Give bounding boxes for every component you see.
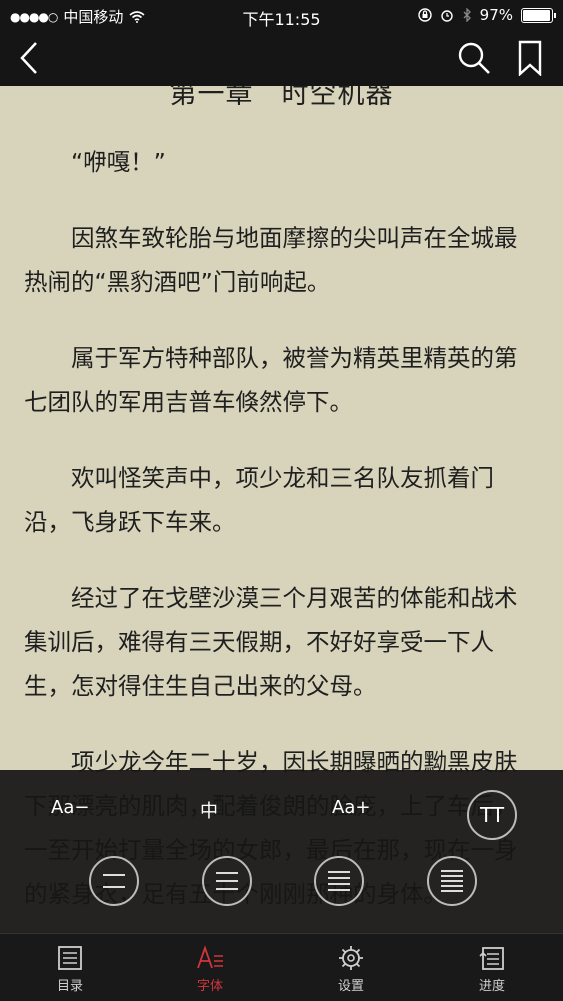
bookmark-icon [518,40,542,77]
typeface-icon: TT [479,803,505,827]
battery-icon [521,7,556,23]
font-size-indicator: 中 [200,801,218,822]
line-spacing-3-button[interactable] [314,856,364,906]
tab-font[interactable]: 字体 [170,934,250,1001]
tab-settings[interactable]: 设置 [311,934,391,1001]
battery-percent: 97% [479,6,513,24]
alarm-icon [440,10,453,22]
search-icon [458,42,490,74]
gear-icon [339,946,363,970]
tab-progress[interactable]: 进度 [452,934,532,1001]
status-bar: ●●●●○ 中国移动 下午11:55 97% [0,0,563,30]
paragraph: 属于军方特种部队，被誉为精英里精英的第七团队的军用吉普车倏然停下。 [24,344,518,416]
list-icon [58,946,82,970]
paragraph: “咿嘎！” [71,148,166,176]
chevron-left-icon [20,42,37,74]
line-spacing-narrow-icon [328,858,350,904]
tab-font-label: 字体 [196,979,223,994]
font-icon [197,945,223,969]
font-settings-panel: Aa− 中 Aa+ TT [0,770,563,933]
search-button[interactable] [456,40,492,76]
line-spacing-4-button[interactable] [427,856,477,906]
line-spacing-tight-icon [441,858,463,904]
chapter-title: 第一章 时空机器 [169,86,394,110]
tab-catalog-label: 目录 [56,979,83,994]
bookmark-button[interactable] [515,40,545,77]
top-bar: ●●●●○ 中国移动 下午11:55 97% [0,0,563,86]
paragraph: 经过了在戈壁沙漠三个月艰苦的体能和战术集训后，难得有三天假期，不好好享受一下人生… [24,584,518,700]
line-spacing-medium-icon [216,858,238,904]
back-button[interactable] [14,38,44,78]
decrease-font-button[interactable]: Aa− [51,797,89,818]
line-spacing-2-button[interactable] [202,856,252,906]
line-spacing-wide-icon [103,858,125,904]
progress-icon [479,947,504,970]
typeface-button[interactable]: TT [467,790,517,840]
paragraph: 欢叫怪笑声中，项少龙和三名队友抓着门沿，飞身跃下车来。 [24,464,494,536]
paragraph: 因煞车致轮胎与地面摩擦的尖叫声在全城最热闹的“黑豹酒吧”门前响起。 [24,224,518,296]
increase-font-button[interactable]: Aa+ [332,797,370,818]
tab-catalog[interactable]: 目录 [30,934,110,1001]
bluetooth-icon [463,8,471,22]
orientation-lock-icon [417,8,432,22]
tab-progress-label: 进度 [478,979,505,994]
tab-settings-label: 设置 [337,979,364,994]
bottom-tab-bar: 目录 字体 设置 进度 [0,933,563,1001]
line-spacing-1-button[interactable] [89,856,139,906]
